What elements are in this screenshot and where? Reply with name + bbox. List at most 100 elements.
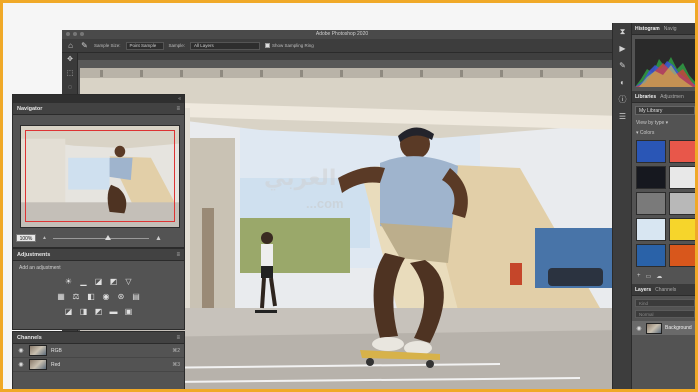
panel-menu-icon[interactable]: ≡ bbox=[176, 335, 180, 341]
panel-menu-icon[interactable]: ≡ bbox=[176, 252, 180, 258]
brush-settings-icon[interactable]: ✎ bbox=[613, 57, 632, 74]
options-bar: ⌂ ✎ Sample Size: Point Sample Sample: Al… bbox=[62, 39, 622, 53]
colors-section-label[interactable]: ▾ Colors bbox=[632, 128, 698, 138]
collapse-icon[interactable]: « bbox=[178, 95, 181, 103]
channels-panel: Channels ≡ ◉ RGB ⌘2 ◉ Red ⌘3 bbox=[12, 331, 185, 392]
levels-icon[interactable]: ▁ bbox=[79, 277, 89, 286]
histogram-tabs: Histogram Navig bbox=[632, 23, 698, 35]
channel-shortcut: ⌘3 bbox=[172, 361, 180, 368]
gradient-map-icon[interactable]: ▬ bbox=[109, 307, 119, 316]
tab-channels[interactable]: Channels bbox=[655, 287, 676, 293]
window-controls[interactable] bbox=[66, 32, 84, 36]
properties-icon[interactable]: ☰ bbox=[613, 108, 632, 125]
library-tools: + ▭ ☁ bbox=[632, 269, 698, 284]
channel-thumbnail bbox=[29, 359, 47, 370]
channel-mixer-icon[interactable]: ⊛ bbox=[116, 292, 126, 301]
zoom-slider[interactable] bbox=[52, 234, 149, 240]
visibility-eye-icon[interactable]: ◉ bbox=[635, 325, 643, 332]
color-swatch[interactable] bbox=[669, 192, 698, 215]
adjustments-title: Adjustments bbox=[17, 251, 51, 258]
layer-name: Background bbox=[665, 325, 692, 331]
panel-menu-icon[interactable]: ≡ bbox=[176, 106, 180, 112]
threshold-icon[interactable]: ◩ bbox=[94, 307, 104, 316]
layer-blend-mode[interactable]: Normal bbox=[635, 310, 695, 318]
layer-row-background[interactable]: ◉ Background bbox=[632, 321, 698, 335]
sample-size-select[interactable]: Point Sample bbox=[125, 41, 164, 50]
info-icon[interactable]: ⓘ bbox=[613, 91, 632, 108]
lasso-tool-icon[interactable]: ◌ bbox=[62, 81, 78, 95]
adjustments-header: Adjustments ≡ bbox=[13, 249, 184, 261]
selective-color-icon[interactable]: ▣ bbox=[124, 307, 134, 316]
channels-title: Channels bbox=[17, 334, 42, 341]
checkbox-icon bbox=[265, 43, 271, 49]
color-swatch[interactable] bbox=[636, 244, 666, 267]
show-sampling-ring-label: Show Sampling Ring bbox=[272, 42, 314, 48]
show-sampling-ring-checkbox[interactable]: Show Sampling Ring bbox=[265, 42, 314, 49]
navigator-header: Navigator ≡ bbox=[13, 103, 184, 115]
black-white-icon[interactable]: ◧ bbox=[86, 292, 96, 301]
home-icon[interactable]: ⌂ bbox=[66, 41, 75, 50]
library-tabs: Libraries Adjustmen bbox=[632, 91, 698, 103]
vibrance-icon[interactable]: ▽ bbox=[124, 277, 134, 286]
zoom-out-icon[interactable]: ▲ bbox=[42, 235, 47, 241]
adjustments-icon[interactable]: ◐ bbox=[613, 74, 632, 91]
color-swatch[interactable] bbox=[636, 218, 666, 241]
navigator-title: Navigator bbox=[17, 105, 43, 112]
play-icon[interactable]: ▶ bbox=[613, 40, 632, 57]
navigator-view-box[interactable] bbox=[25, 130, 175, 222]
history-icon[interactable]: ⧗ bbox=[613, 23, 632, 40]
invert-icon[interactable]: ◪ bbox=[64, 307, 74, 316]
tab-adjustments[interactable]: Adjustmen bbox=[660, 94, 684, 100]
navigator-thumbnail[interactable] bbox=[20, 125, 180, 228]
folder-icon[interactable]: ▭ bbox=[646, 273, 652, 280]
color-swatch[interactable] bbox=[669, 166, 698, 189]
add-icon[interactable]: + bbox=[637, 273, 641, 280]
visibility-eye-icon[interactable]: ◉ bbox=[17, 347, 25, 354]
layer-thumbnail bbox=[646, 322, 662, 334]
adjustments-row-3: ◪ ◨ ◩ ▬ ▣ bbox=[13, 304, 184, 319]
channel-row-rgb[interactable]: ◉ RGB ⌘2 bbox=[13, 344, 184, 358]
color-lookup-icon[interactable]: ▤ bbox=[131, 292, 141, 301]
view-by-type[interactable]: View by type ▾ bbox=[632, 118, 698, 128]
navigator-zoom-row: 100% ▲ ▲ bbox=[16, 233, 182, 243]
tab-navigator[interactable]: Navig bbox=[664, 26, 677, 32]
channels-header: Channels ≡ bbox=[13, 332, 184, 344]
color-swatch[interactable] bbox=[669, 244, 698, 267]
color-swatch[interactable] bbox=[636, 140, 666, 163]
panel-dock-strip: ⧗ ▶ ✎ ◐ ⓘ ☰ bbox=[612, 23, 631, 392]
library-select[interactable]: My Library bbox=[635, 106, 695, 115]
exposure-icon[interactable]: ◩ bbox=[109, 277, 119, 286]
color-swatch[interactable] bbox=[669, 218, 698, 241]
cloud-icon[interactable]: ☁ bbox=[656, 273, 662, 280]
zoom-in-icon[interactable]: ▲ bbox=[155, 235, 162, 242]
tab-libraries[interactable]: Libraries bbox=[635, 94, 656, 100]
color-swatch[interactable] bbox=[636, 166, 666, 189]
sample-select[interactable]: All Layers bbox=[190, 41, 261, 50]
tab-histogram[interactable]: Histogram bbox=[635, 26, 660, 32]
visibility-eye-icon[interactable]: ◉ bbox=[17, 361, 25, 368]
color-swatch[interactable] bbox=[636, 192, 666, 215]
channel-shortcut: ⌘2 bbox=[172, 347, 180, 354]
adjustments-subtitle: Add an adjustment bbox=[19, 265, 61, 271]
adjustments-row-1: ☀ ▁ ◪ ◩ ▽ bbox=[13, 274, 184, 289]
zoom-input[interactable]: 100% bbox=[16, 234, 36, 242]
curves-icon[interactable]: ◪ bbox=[94, 277, 104, 286]
brightness-contrast-icon[interactable]: ☀ bbox=[64, 277, 74, 286]
photo-filter-icon[interactable]: ◉ bbox=[101, 292, 111, 301]
posterize-icon[interactable]: ◨ bbox=[79, 307, 89, 316]
channel-name: Red bbox=[51, 361, 61, 368]
right-panels: Histogram Navig Libraries Adjustmen My L… bbox=[631, 23, 698, 392]
eyedropper-tool-icon[interactable]: ✎ bbox=[80, 41, 89, 50]
sample-label: Sample: bbox=[168, 43, 186, 48]
marquee-tool-icon[interactable]: ⬚ bbox=[62, 67, 78, 81]
channel-row-red[interactable]: ◉ Red ⌘3 bbox=[13, 358, 184, 372]
hue-saturation-icon[interactable]: ▦ bbox=[56, 292, 66, 301]
tab-layers[interactable]: Layers bbox=[635, 287, 651, 293]
layers-tabs: Layers Channels bbox=[632, 284, 698, 296]
color-balance-icon[interactable]: ⚖ bbox=[71, 292, 81, 301]
move-tool-icon[interactable]: ✥ bbox=[62, 53, 78, 67]
color-swatch[interactable] bbox=[669, 140, 698, 163]
histogram bbox=[635, 39, 695, 87]
zoom-slider-thumb[interactable] bbox=[104, 234, 111, 240]
layer-kind-filter[interactable]: Kind bbox=[635, 299, 695, 307]
